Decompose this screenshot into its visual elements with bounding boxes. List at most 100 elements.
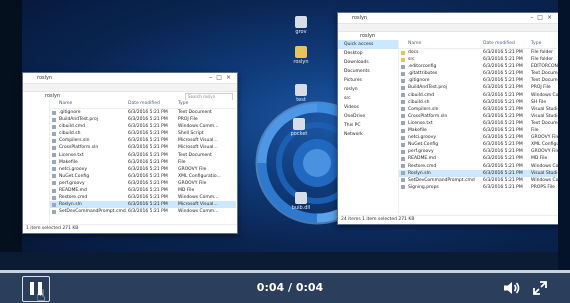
window-controls[interactable]: –□× — [530, 14, 556, 21]
window-controls[interactable]: –□× — [209, 74, 235, 81]
file-list[interactable]: Name Date modified Type .gitignore 6/3/20… — [50, 100, 236, 224]
file-type: Shell Script — [178, 131, 204, 137]
file-name: Compilers.sln — [408, 106, 439, 112]
file-row[interactable]: SetDevCommandPrompt.cmd 6/3/2016 5:21 PM W… — [399, 177, 558, 184]
file-name: cibuild.sh — [408, 99, 430, 105]
file-row[interactable]: Restore.cmd 6/3/2016 5:21 PM Windows Comm.… — [399, 163, 558, 170]
file-icon — [401, 71, 405, 76]
file-row[interactable]: cibuild.cmd 6/3/2016 5:21 PM Windows Comm.… — [50, 123, 236, 130]
file-row[interactable]: cibuild.sh 6/3/2016 5:21 PM SH File — [399, 99, 557, 106]
file-row[interactable]: netci.groovy 6/3/2016 5:21 PM GROOVY File — [50, 166, 236, 173]
file-row[interactable]: Restore.cmd 6/3/2016 5:21 PM Windows Comm.… — [50, 194, 236, 201]
volume-icon[interactable] — [503, 281, 521, 295]
video-frame[interactable]: grov roslyn test pocket buib.dll roslyn … — [0, 0, 570, 270]
file-row[interactable]: NuGet.Config 6/3/2016 5:21 PM XML Configur… — [50, 173, 236, 180]
file-type: File — [531, 128, 539, 134]
file-icon — [52, 195, 56, 200]
fullscreen-icon[interactable] — [531, 279, 549, 297]
pause-icon — [30, 282, 34, 295]
nav-item[interactable]: roslyn — [338, 85, 398, 94]
progress-bar[interactable] — [0, 270, 570, 273]
file-row[interactable]: .gitignore 6/3/2016 5:21 PM Text Document — [399, 77, 558, 84]
nav-item[interactable]: Downloads — [338, 58, 398, 67]
file-date: 6/3/2016 5:21 PM — [483, 149, 523, 155]
ribbon[interactable] — [338, 24, 558, 32]
nav-item[interactable]: Quick access — [338, 40, 398, 49]
file-icon — [52, 174, 56, 179]
video-player[interactable]: grov roslyn test pocket buib.dll roslyn … — [0, 0, 570, 303]
nav-item[interactable]: OneDrive — [338, 112, 398, 121]
file-date: 6/3/2016 5:21 PM — [128, 202, 168, 208]
file-type: Microsoft Visual... — [178, 202, 218, 208]
desktop-icon[interactable]: test — [289, 84, 313, 103]
window-titlebar[interactable]: roslyn –□× — [338, 13, 558, 24]
file-row[interactable]: docs 6/3/2016 5:21 PM File folder — [399, 49, 557, 56]
file-row[interactable]: BuildAndTest.proj 6/3/2016 5:21 PM PROJ Fi… — [50, 116, 236, 123]
navigation-pane[interactable] — [23, 100, 50, 225]
file-row[interactable]: License.txt 6/3/2016 5:21 PM Text Document — [399, 120, 558, 127]
file-date: 6/3/2016 5:21 PM — [483, 92, 523, 98]
file-row[interactable]: Compilers.sln 6/3/2016 5:21 PM Visual Stud… — [399, 106, 558, 113]
window-titlebar[interactable]: roslyn –□× — [23, 73, 237, 84]
nav-item[interactable]: Documents — [338, 67, 398, 76]
file-row[interactable]: CrossPlatform.sln 6/3/2016 5:21 PM Microso… — [50, 144, 236, 151]
file-icon — [401, 135, 405, 140]
file-row[interactable]: .gitattributes 6/3/2016 5:21 PM Text Docum… — [399, 70, 558, 77]
explorer-window-left[interactable]: roslyn –□× roslyn Search roslyn Name Dat… — [22, 72, 238, 234]
file-type: Text Document — [531, 78, 558, 84]
file-row[interactable]: Roslyn.sln 6/3/2016 5:21 PM Microsoft Visu… — [50, 201, 236, 209]
file-row[interactable]: Compilers.sln 6/3/2016 5:21 PM Microsoft V… — [50, 137, 236, 144]
desktop-icon[interactable]: pocket — [287, 118, 311, 137]
file-icon — [52, 209, 56, 214]
file-row[interactable]: CrossPlatform.sln 6/3/2016 5:21 PM Visual … — [399, 113, 558, 120]
file-type: Text Document — [178, 152, 212, 158]
navigation-pane[interactable]: Quick access Desktop Downloads Documents Pic… — [338, 40, 399, 215]
nav-item[interactable]: This PC — [338, 121, 398, 130]
file-type: Windows Comm... — [178, 195, 219, 201]
desktop-icon[interactable]: grov — [289, 16, 313, 35]
ribbon[interactable] — [23, 84, 237, 92]
file-row[interactable]: README.md 6/3/2016 5:21 PM MD File — [399, 155, 557, 162]
nav-item[interactable]: Pictures — [338, 76, 398, 85]
file-list[interactable]: Name Date modified Type docs 6/3/2016 5:2… — [399, 40, 559, 215]
file-type: XML Configuratio... — [178, 173, 221, 179]
file-row[interactable]: perf.groovy 6/3/2016 5:21 PM GROOVY File — [399, 148, 558, 155]
file-row[interactable]: netci.groovy 6/3/2016 5:21 PM GROOVY File — [399, 134, 558, 141]
file-date: 6/3/2016 5:21 PM — [483, 156, 523, 162]
file-icon — [401, 171, 405, 176]
nav-item[interactable]: src — [338, 94, 398, 103]
explorer-window-right[interactable]: roslyn –□× roslyn Quick access Desktop Dow… — [337, 12, 559, 225]
file-icon — [401, 128, 405, 133]
file-type: PROJ File — [178, 117, 198, 123]
file-row[interactable]: Makefile 6/3/2016 5:21 PM File — [50, 159, 236, 166]
file-row[interactable]: cibuild.cmd 6/3/2016 5:21 PM Windows Comm.… — [399, 92, 558, 99]
nav-item[interactable]: Desktop — [338, 49, 398, 58]
file-row[interactable]: cibuild.sh 6/3/2016 5:21 PM Shell Script — [50, 130, 236, 137]
nav-item[interactable]: Network — [338, 130, 398, 139]
desktop-icon[interactable]: buib.dll — [289, 192, 313, 211]
file-row[interactable]: Roslyn.sln 6/3/2016 5:21 PM Visual Studio … — [399, 169, 559, 177]
file-type: Visual Studio S... — [531, 170, 559, 176]
file-date: 6/3/2016 5:21 PM — [128, 124, 168, 130]
folder-icon — [401, 57, 405, 62]
file-row[interactable]: .editorconfig 6/3/2016 5:21 PM EDITORCONFI… — [399, 63, 558, 70]
file-date: 6/3/2016 5:21 PM — [128, 166, 168, 172]
file-row[interactable]: Signing.props 6/3/2016 5:21 PM PROPS File — [399, 184, 557, 191]
file-row[interactable]: perf.groovy 6/3/2016 5:21 PM GROOVY File — [50, 180, 236, 187]
file-icon — [401, 156, 405, 161]
file-row[interactable]: BuildAndTest.proj 6/3/2016 5:21 PM PROJ Fi… — [399, 84, 557, 91]
file-row[interactable]: src 6/3/2016 5:21 PM File folder — [399, 56, 557, 63]
file-row[interactable]: README.md 6/3/2016 5:21 PM MD File — [50, 187, 236, 194]
desktop-icon[interactable]: roslyn — [289, 46, 313, 65]
file-name: CrossPlatform.sln — [59, 145, 99, 151]
file-type: Windows Comm... — [531, 163, 558, 169]
file-row[interactable]: SetDevCommandPrompt.cmd 6/3/2016 5:21 PM W… — [50, 208, 236, 215]
file-row[interactable]: Makefile 6/3/2016 5:21 PM File — [399, 127, 557, 134]
nav-item[interactable]: Videos — [338, 103, 398, 112]
file-type: Microsoft Visual... — [178, 138, 218, 144]
file-row[interactable]: NuGet.Config 6/3/2016 5:21 PM XML Configur… — [399, 141, 558, 148]
file-row[interactable]: License.txt 6/3/2016 5:21 PM Text Document — [50, 152, 236, 159]
file-row[interactable]: .gitignore 6/3/2016 5:21 PM Text Document — [50, 109, 236, 116]
file-icon — [52, 188, 56, 193]
file-icon — [52, 202, 56, 207]
